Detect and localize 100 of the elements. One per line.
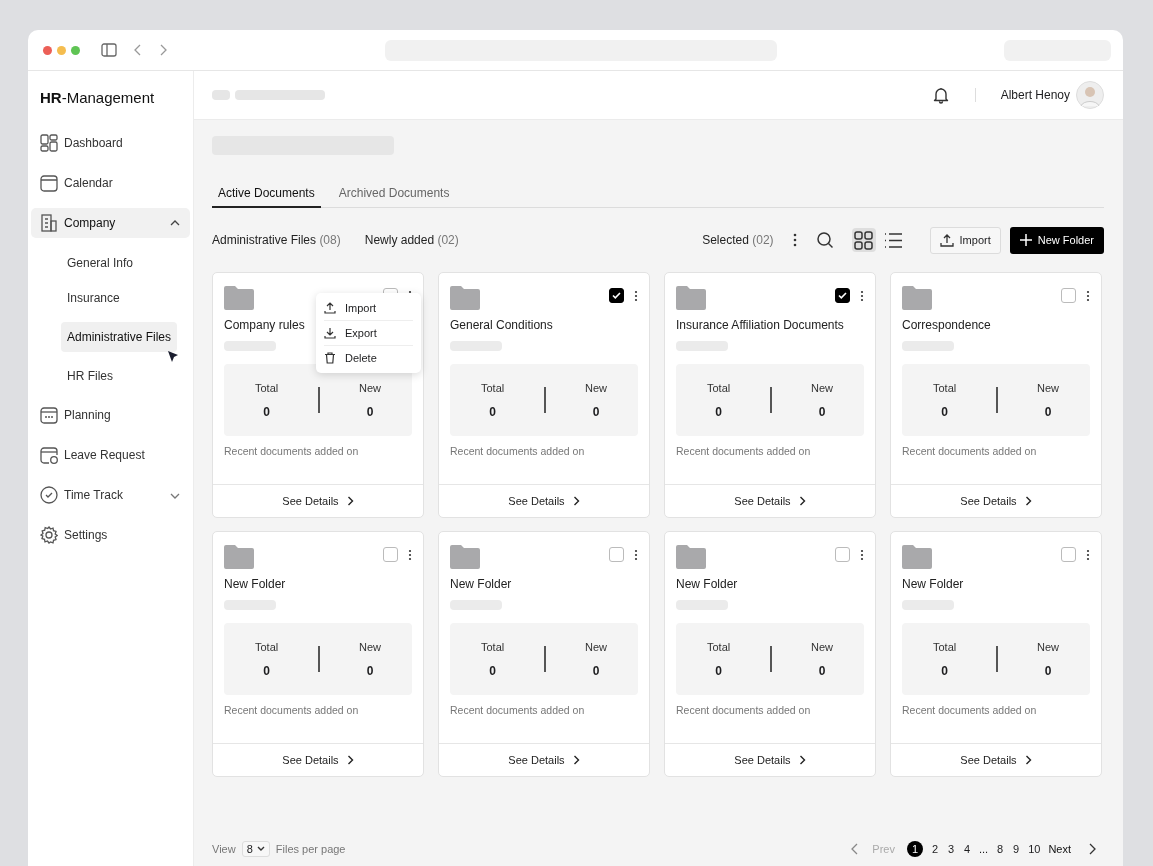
stat-label: Total <box>255 381 279 394</box>
stat-label: Total <box>481 640 505 653</box>
more-icon[interactable] <box>1086 548 1090 561</box>
see-details-link[interactable]: See Details <box>439 743 649 776</box>
view-label: View <box>212 843 236 855</box>
clock-icon <box>40 486 58 504</box>
see-details-link[interactable]: See Details <box>213 743 423 776</box>
recent-note: Recent documents added on <box>450 445 586 457</box>
see-details-link[interactable]: See Details <box>665 484 875 517</box>
delete-icon <box>324 352 336 364</box>
chevron-left-icon[interactable] <box>851 843 859 855</box>
page-number[interactable]: 3 <box>946 841 955 857</box>
see-details-link[interactable]: See Details <box>213 484 423 517</box>
tab[interactable]: Active Documents <box>212 181 321 208</box>
grid-view-icon <box>854 230 874 250</box>
plus-icon <box>1019 234 1032 246</box>
recent-note: Recent documents added on <box>676 445 812 457</box>
more-icon[interactable] <box>860 548 864 561</box>
sidebar-toggle-icon[interactable] <box>101 43 117 57</box>
folder-title: New Folder <box>676 577 739 591</box>
import-button[interactable]: Import <box>929 226 1001 254</box>
see-details-link[interactable]: See Details <box>891 743 1101 776</box>
checkbox[interactable] <box>609 288 624 303</box>
page-number[interactable]: 1 <box>906 841 923 857</box>
nav-item[interactable]: Time Track <box>31 480 190 510</box>
folder-icon <box>902 286 932 310</box>
nav-item[interactable]: Calendar <box>31 168 190 198</box>
nav-item[interactable]: Dashboard <box>31 128 190 158</box>
grid-view-button[interactable] <box>851 228 876 252</box>
more-icon[interactable] <box>408 548 412 561</box>
folder-icon <box>450 286 480 310</box>
filter-label: Administrative Files (08) <box>212 233 341 247</box>
see-details-link[interactable]: See Details <box>891 484 1101 517</box>
more-icon[interactable] <box>634 289 638 302</box>
recent-note: Recent documents added on <box>224 704 360 716</box>
checkbox[interactable] <box>835 547 850 562</box>
forward-icon[interactable] <box>159 43 167 57</box>
page-number[interactable]: ... <box>978 841 989 857</box>
back-icon[interactable] <box>134 43 142 57</box>
nav-subitem[interactable]: Insurance <box>61 287 126 309</box>
recent-note: Recent documents added on <box>450 704 586 716</box>
checkbox[interactable] <box>1061 547 1076 562</box>
page-number[interactable]: 8 <box>996 841 1005 857</box>
page-number[interactable]: 10 <box>1028 841 1041 857</box>
chevron-down-icon <box>256 846 265 852</box>
folder-icon <box>676 286 706 310</box>
upload-icon <box>939 233 954 247</box>
nav-subitem[interactable]: HR Files <box>61 365 119 387</box>
checkmark-icon <box>838 292 847 299</box>
search-icon[interactable] <box>815 231 834 249</box>
page-number[interactable]: 9 <box>1012 841 1021 857</box>
more-icon[interactable] <box>791 232 798 248</box>
per-page-select[interactable]: 8 <box>241 841 270 857</box>
stat-value: 0 <box>818 663 826 678</box>
checkbox[interactable] <box>835 288 850 303</box>
page-number[interactable]: 2 <box>930 841 939 857</box>
stat-value: 0 <box>715 663 722 678</box>
minimize-dot[interactable] <box>57 45 66 55</box>
tab[interactable]: Archived Documents <box>332 181 456 208</box>
nav-subitem[interactable]: General Info <box>61 252 140 274</box>
chevron-right-icon[interactable] <box>1089 843 1096 855</box>
stat-label: Total <box>933 640 957 653</box>
stat-value: 0 <box>941 663 948 678</box>
nav-item[interactable]: Leave Request <box>31 440 190 470</box>
see-details-link[interactable]: See Details <box>439 484 649 517</box>
more-icon[interactable] <box>634 548 638 561</box>
stat-label: New <box>584 381 607 394</box>
stat-label: New <box>810 381 833 394</box>
new-folder-button[interactable]: New Folder <box>1009 226 1104 254</box>
folder-icon <box>224 286 254 310</box>
close-dot[interactable] <box>43 45 52 55</box>
more-icon[interactable] <box>860 289 864 302</box>
see-details-link[interactable]: See Details <box>665 743 875 776</box>
upload-icon <box>324 302 336 314</box>
app-logo: HR-Management <box>40 89 156 106</box>
next-page-link[interactable]: Next <box>1048 843 1071 855</box>
stat-value: 0 <box>941 404 948 419</box>
stat-label: New <box>1036 381 1059 394</box>
menu-item[interactable]: Delete <box>324 346 413 370</box>
more-icon[interactable] <box>1086 289 1090 302</box>
stat-value: 0 <box>592 404 600 419</box>
checkbox[interactable] <box>383 547 398 562</box>
nav-item[interactable]: Settings <box>31 520 190 550</box>
breadcrumb-placeholder <box>212 90 230 100</box>
nav-item[interactable]: Planning <box>31 400 190 430</box>
notification-bell-icon[interactable] <box>931 86 950 104</box>
chevron-right-icon <box>572 755 580 765</box>
zoom-dot[interactable] <box>71 45 80 55</box>
menu-item[interactable]: Import <box>324 296 413 321</box>
chevron-right-icon <box>1024 496 1032 506</box>
nav-item[interactable]: Company <box>31 208 190 238</box>
checkbox[interactable] <box>609 547 624 562</box>
stat-value: 0 <box>1044 663 1052 678</box>
building-icon <box>40 214 58 232</box>
page-number[interactable]: 4 <box>962 841 971 857</box>
calendar-icon <box>40 406 58 424</box>
checkbox[interactable] <box>1061 288 1076 303</box>
folder-title: New Folder <box>224 577 287 591</box>
folder-icon <box>450 545 480 569</box>
menu-item[interactable]: Export <box>324 321 413 346</box>
